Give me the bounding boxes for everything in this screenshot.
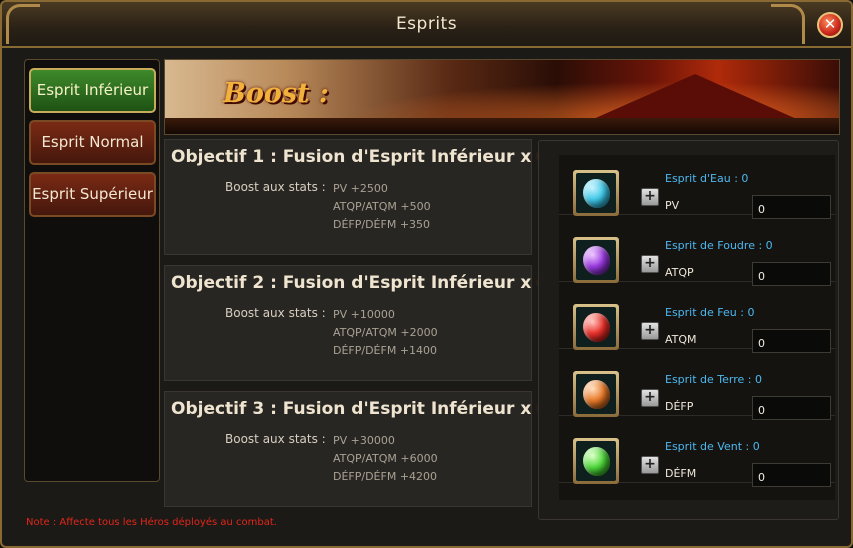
spirit-row-eau: + Esprit d'Eau : 0 PV — [559, 155, 835, 219]
banner-ground — [165, 118, 839, 134]
spirit-allocation-panel: + Esprit d'Eau : 0 PV + Esprit de Foudre… — [538, 140, 839, 520]
boost-label: Boost aux stats : — [225, 432, 326, 446]
stat-line: ATQP/ATQM +6000 — [333, 452, 438, 465]
window-title: Esprits — [395, 14, 458, 34]
spirit-name: Esprit de Vent : 0 — [665, 440, 760, 453]
objective-card: Objectif 3 : Fusion d'Esprit Inférieur x… — [164, 391, 577, 507]
add-spirit-button[interactable]: + — [641, 389, 659, 407]
spirit-amount-input[interactable] — [752, 396, 831, 420]
spirit-amount-input[interactable] — [752, 463, 831, 487]
stat-name: DÉFP — [665, 400, 694, 413]
add-spirit-button[interactable]: + — [641, 255, 659, 273]
boost-label: Boost aux stats : — [225, 180, 326, 194]
stat-line: PV +10000 — [333, 308, 395, 321]
stat-name: ATQP — [665, 266, 694, 279]
objective-title: Objectif 2 : Fusion d'Esprit Inférieur x… — [171, 272, 577, 298]
spirit-name: Esprit de Terre : 0 — [665, 373, 762, 386]
add-spirit-button[interactable]: + — [641, 188, 659, 206]
stat-line: PV +2500 — [333, 182, 388, 195]
tab-esprit-superieur[interactable]: Esprit Supérieur — [29, 172, 156, 217]
stat-name: ATQM — [665, 333, 697, 346]
title-bar: Esprits ✕ — [2, 2, 851, 48]
stat-line: DÉFP/DÉFM +350 — [333, 218, 431, 231]
spirit-name: Esprit d'Eau : 0 — [665, 172, 749, 185]
spirit-name: Esprit de Foudre : 0 — [665, 239, 773, 252]
spirit-row-feu: + Esprit de Feu : 0 ATQM — [559, 289, 835, 353]
spirit-name: Esprit de Feu : 0 — [665, 306, 755, 319]
add-spirit-button[interactable]: + — [641, 456, 659, 474]
spirit-amount-input[interactable] — [752, 195, 831, 219]
earth-gem-icon — [573, 371, 619, 417]
spirit-tier-sidebar: Esprit Inférieur Esprit Normal Esprit Su… — [24, 59, 160, 482]
add-spirit-button[interactable]: + — [641, 322, 659, 340]
stat-line: DÉFP/DÉFM +4200 — [333, 470, 438, 483]
spirits-window: Esprits ✕ Esprit Inférieur Esprit Normal… — [0, 0, 853, 548]
boost-stats: PV +30000 ATQP/ATQM +6000 DÉFP/DÉFM +420… — [333, 432, 438, 486]
wind-gem-icon — [573, 438, 619, 484]
stat-line: ATQP/ATQM +2000 — [333, 326, 438, 339]
tab-esprit-normal[interactable]: Esprit Normal — [29, 120, 156, 165]
objective-title: Objectif 1 : Fusion d'Esprit Inférieur x… — [171, 146, 565, 172]
lightning-gem-icon — [573, 237, 619, 283]
spirit-amount-input[interactable] — [752, 262, 831, 286]
spirit-row-foudre: + Esprit de Foudre : 0 ATQP — [559, 222, 835, 286]
tab-esprit-inferieur[interactable]: Esprit Inférieur — [29, 68, 156, 113]
boost-stats: PV +10000 ATQP/ATQM +2000 DÉFP/DÉFM +140… — [333, 306, 438, 360]
objective-title: Objectif 3 : Fusion d'Esprit Inférieur x… — [171, 398, 577, 424]
stat-line: ATQP/ATQM +500 — [333, 200, 431, 213]
stat-line: PV +30000 — [333, 434, 395, 447]
objective-card: Objectif 2 : Fusion d'Esprit Inférieur x… — [164, 265, 577, 381]
spirit-row-terre: + Esprit de Terre : 0 DÉFP — [559, 356, 835, 420]
footer-note: Note : Affecte tous les Héros déployés a… — [26, 517, 277, 528]
objective-card: Objectif 1 : Fusion d'Esprit Inférieur x… — [164, 139, 565, 255]
spirit-row-vent: + Esprit de Vent : 0 DÉFM — [559, 423, 835, 487]
stat-name: PV — [665, 199, 680, 212]
close-button[interactable]: ✕ — [817, 12, 843, 38]
boost-stats: PV +2500 ATQP/ATQM +500 DÉFP/DÉFM +350 — [333, 180, 431, 234]
banner-title: Boost : — [223, 78, 329, 109]
spirit-amount-input[interactable] — [752, 329, 831, 353]
water-gem-icon — [573, 170, 619, 216]
spirit-list: + Esprit d'Eau : 0 PV + Esprit de Foudre… — [559, 155, 835, 500]
boost-label: Boost aux stats : — [225, 306, 326, 320]
stat-line: DÉFP/DÉFM +1400 — [333, 344, 438, 357]
stat-name: DÉFM — [665, 467, 697, 480]
fire-gem-icon — [573, 304, 619, 350]
boost-banner: Boost : — [164, 59, 840, 135]
